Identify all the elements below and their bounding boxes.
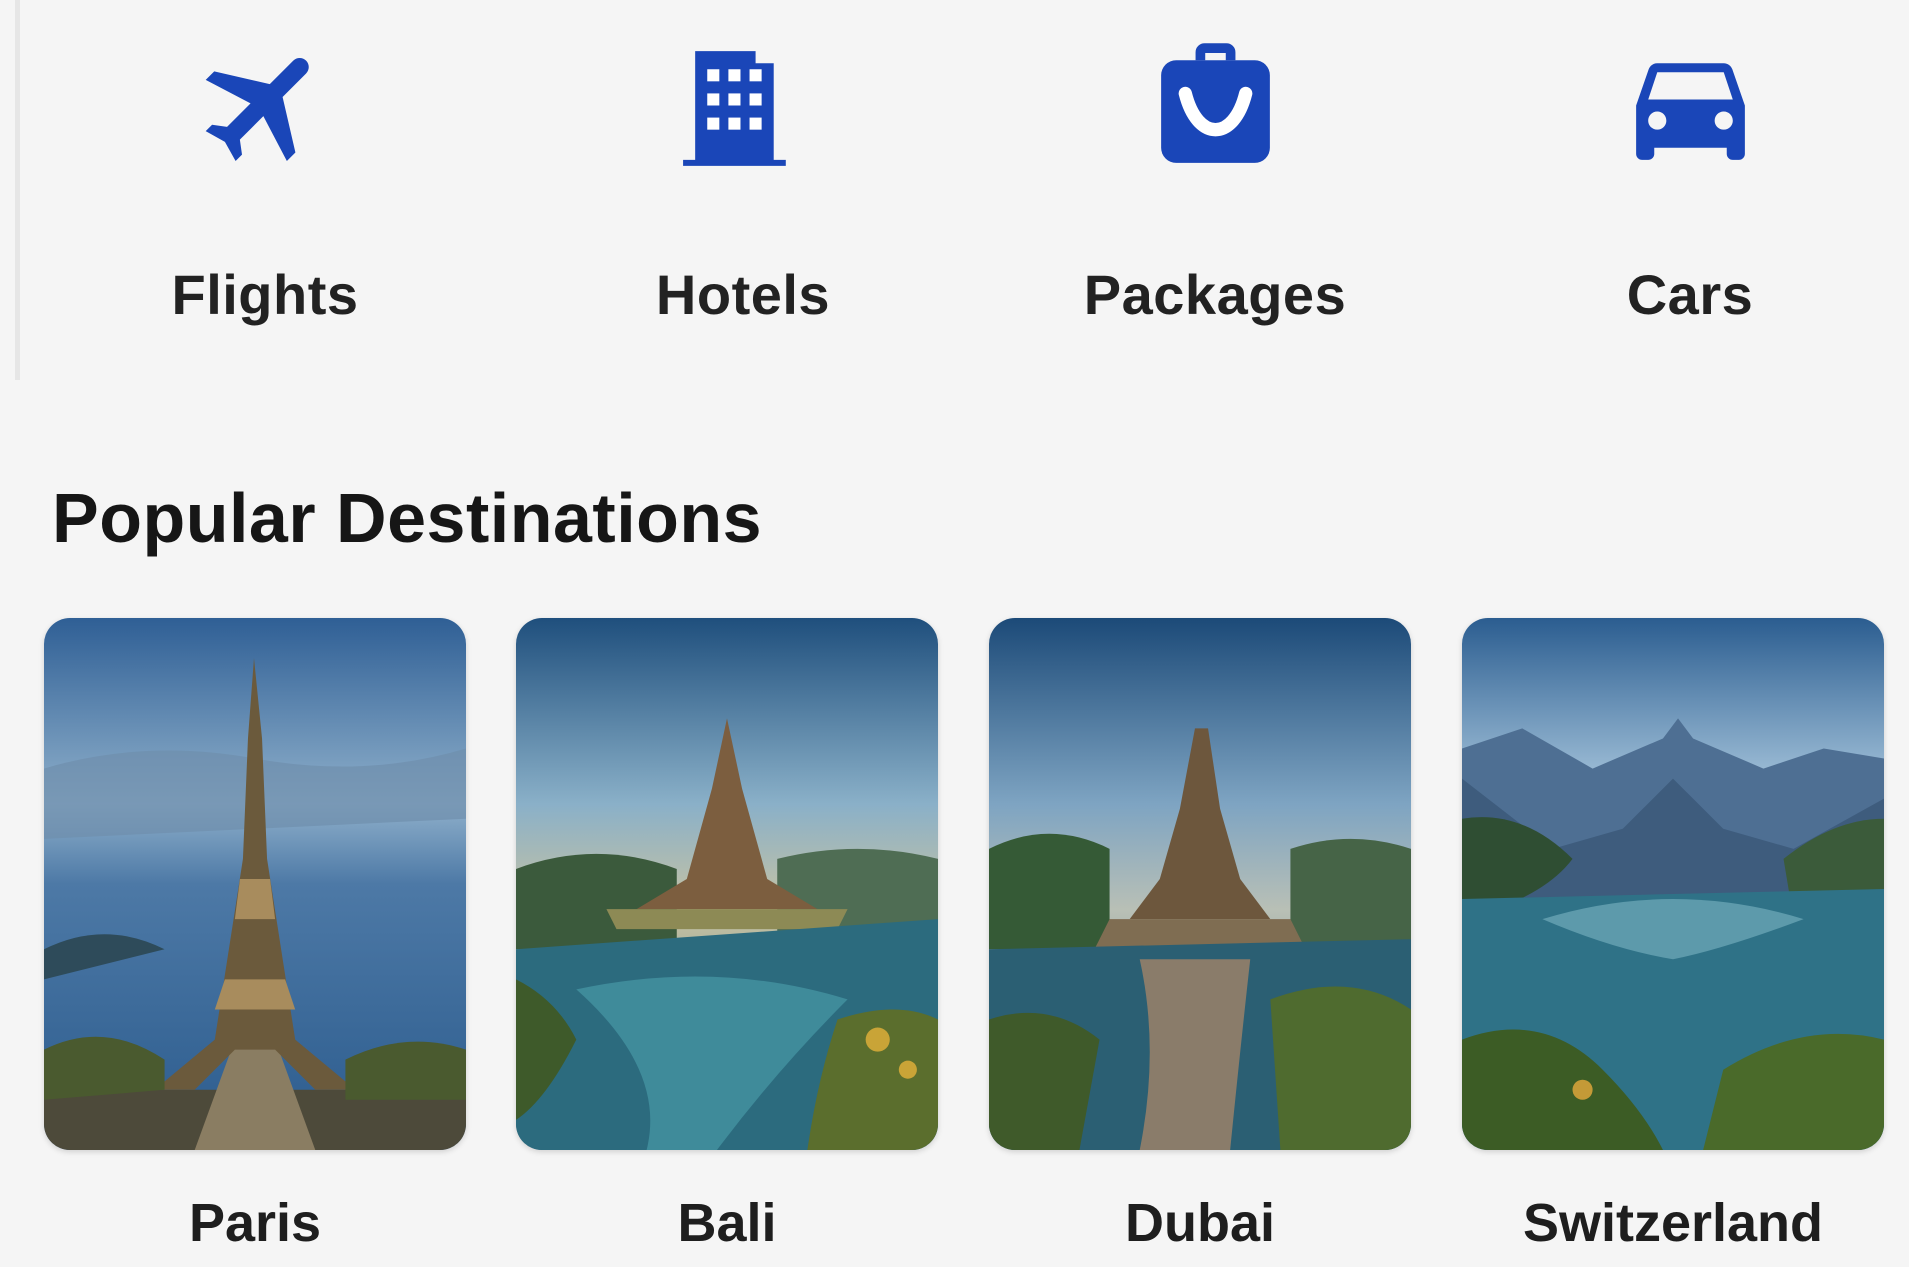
- category-label: Flights: [171, 263, 359, 326]
- destination-photo: [516, 618, 938, 1150]
- car-icon: [1615, 30, 1765, 180]
- destination-photo: [1462, 618, 1884, 1150]
- destination-card-bali[interactable]: Bali: [516, 618, 938, 1254]
- popular-destinations-heading: Popular Destinations: [52, 479, 763, 557]
- category-label: Packages: [1083, 263, 1347, 326]
- category-cars[interactable]: Cars: [1520, 30, 1860, 330]
- category-label: Hotels: [655, 263, 831, 326]
- destination-card-switzerland[interactable]: Switzerland: [1462, 618, 1884, 1254]
- category-label: Cars: [1626, 263, 1754, 326]
- category-flights[interactable]: Flights: [95, 30, 435, 330]
- luggage-icon: [1140, 30, 1290, 180]
- destination-card-dubai[interactable]: Dubai: [989, 618, 1411, 1254]
- airplane-icon: [190, 30, 340, 180]
- category-hotels[interactable]: Hotels: [573, 30, 913, 330]
- category-packages[interactable]: Packages: [1045, 30, 1385, 330]
- destination-name: Paris: [188, 1193, 322, 1253]
- destination-name: Dubai: [1124, 1193, 1275, 1253]
- hotel-building-icon: [668, 30, 818, 180]
- destination-card-paris[interactable]: Paris: [44, 618, 466, 1254]
- category-bar: Flights Hotels Packages Cars: [0, 0, 1909, 380]
- destination-name: Switzerland: [1522, 1193, 1824, 1253]
- destination-name: Bali: [677, 1193, 777, 1253]
- destination-photo: [989, 618, 1411, 1150]
- destination-photo: [44, 618, 466, 1150]
